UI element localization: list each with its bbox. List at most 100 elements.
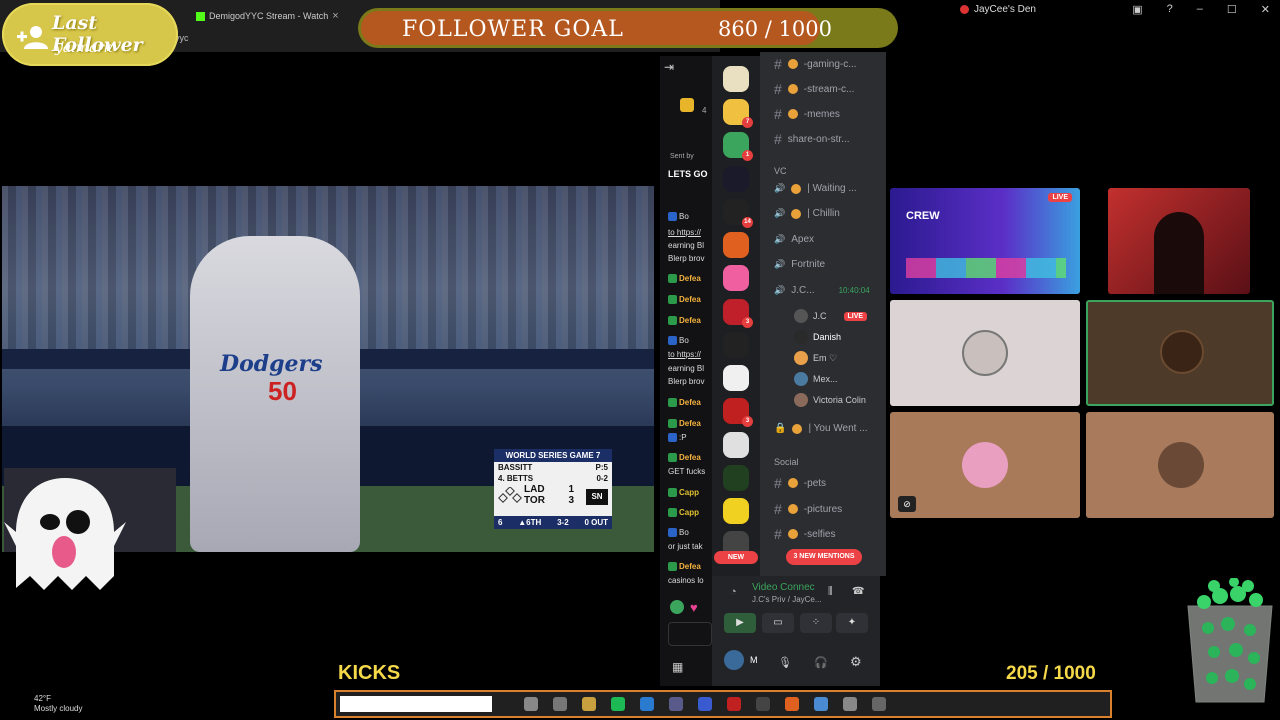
settings-icon[interactable]: ▣ bbox=[1132, 3, 1142, 16]
voice-member[interactable]: J.C LIVE bbox=[794, 309, 868, 323]
tab-close-icon[interactable]: × bbox=[332, 10, 338, 22]
user-panel[interactable]: M bbox=[724, 650, 758, 670]
app-icon[interactable] bbox=[872, 697, 886, 711]
chat-message-text: to https:// bbox=[668, 350, 701, 359]
channel-item[interactable]: # -stream-c... bbox=[774, 81, 854, 97]
channel-item[interactable]: # -gaming-c... bbox=[774, 56, 857, 72]
server-icon[interactable] bbox=[723, 66, 749, 92]
edge-icon[interactable] bbox=[640, 697, 654, 711]
channel-item[interactable]: 🔊 | Chillin bbox=[774, 208, 840, 219]
chat-message-text: earning Bl bbox=[668, 364, 705, 373]
voice-status[interactable]: Video Connec bbox=[752, 582, 815, 593]
webcam-tile[interactable] bbox=[1108, 188, 1250, 294]
channel-item[interactable]: 🔊 Fortnite bbox=[774, 259, 825, 270]
channel-item[interactable]: # -pets bbox=[774, 475, 826, 491]
server-icon[interactable]: 1 bbox=[723, 132, 753, 161]
taskbar-search[interactable] bbox=[340, 696, 492, 712]
server-icon[interactable] bbox=[723, 332, 749, 358]
participant-tile[interactable]: ⊘ bbox=[890, 412, 1080, 518]
store-icon[interactable]: ▦ bbox=[672, 660, 683, 674]
participant-tile[interactable] bbox=[890, 300, 1080, 406]
spotify-icon[interactable] bbox=[611, 697, 625, 711]
channel-item[interactable]: # -pictures bbox=[774, 501, 842, 517]
voice-member[interactable]: Danish bbox=[794, 330, 841, 344]
jersey-number: 50 bbox=[268, 376, 297, 406]
channel-item[interactable]: # -memes bbox=[774, 106, 840, 122]
vc-category[interactable]: VC bbox=[774, 166, 787, 176]
discord-icon[interactable] bbox=[698, 697, 712, 711]
promo-live-badge: LIVE bbox=[1048, 193, 1072, 202]
taskview-icon[interactable] bbox=[553, 697, 567, 711]
speaker-icon: 🔊 bbox=[774, 183, 786, 193]
server-icon[interactable] bbox=[723, 498, 749, 524]
chat-badge-icon bbox=[668, 316, 677, 325]
mentions-badge[interactable]: 3 NEW MENTIONS bbox=[786, 549, 862, 565]
soundboard-icon[interactable]: ⫼ bbox=[828, 586, 833, 597]
voice-member[interactable]: Victoria Colin bbox=[794, 393, 866, 407]
chat-message-text: GET fucks bbox=[668, 467, 706, 476]
obs-icon[interactable] bbox=[843, 697, 857, 711]
chat-message-text: or just tak bbox=[668, 542, 703, 551]
collapse-icon[interactable]: ⇥ bbox=[664, 60, 674, 74]
pitcher-row: BASSITT P:5 bbox=[494, 462, 612, 473]
chat-input[interactable] bbox=[668, 622, 712, 646]
server-icon[interactable]: 3 bbox=[723, 398, 753, 427]
browser-tab[interactable]: DemigodYYC Stream - Watch × bbox=[196, 6, 339, 26]
server-icon[interactable] bbox=[723, 166, 749, 192]
app-icon[interactable] bbox=[727, 697, 741, 711]
server-icon[interactable]: 14 bbox=[723, 199, 753, 228]
speaker-icon: 🔊 bbox=[774, 259, 786, 269]
channel-item[interactable]: 🔊 | Waiting ... bbox=[774, 183, 857, 194]
server-icon[interactable] bbox=[723, 365, 749, 391]
terminal-icon[interactable] bbox=[669, 697, 683, 711]
emote-icon[interactable] bbox=[670, 600, 684, 614]
server-icon[interactable]: 7 bbox=[723, 99, 753, 128]
server-icon[interactable] bbox=[723, 232, 749, 258]
server-icon[interactable] bbox=[723, 432, 749, 458]
search-icon[interactable] bbox=[524, 697, 538, 711]
disconnect-icon[interactable]: ☎ bbox=[852, 586, 864, 597]
locked-channel[interactable]: 🔒 | You Went ... bbox=[774, 423, 868, 434]
chat-badge-icon bbox=[668, 488, 677, 497]
server-icon[interactable] bbox=[723, 465, 749, 491]
screenshare-button[interactable]: ▭ bbox=[762, 613, 794, 633]
promo-tile[interactable]: LIVE CREW bbox=[890, 188, 1080, 294]
app-icon[interactable] bbox=[756, 697, 770, 711]
chat-message-text: to https:// bbox=[668, 228, 701, 237]
gear-icon[interactable]: ⚙ bbox=[850, 654, 862, 670]
effects-button[interactable]: ✦ bbox=[836, 613, 868, 633]
bases-icon bbox=[498, 487, 522, 503]
new-badge[interactable]: NEW bbox=[714, 551, 758, 564]
server-icon[interactable]: 3 bbox=[723, 299, 753, 328]
channel-item[interactable]: # share-on-str... bbox=[774, 131, 850, 147]
steam-icon[interactable] bbox=[814, 697, 828, 711]
avatar bbox=[794, 372, 808, 386]
headphones-icon[interactable]: 🎧 bbox=[814, 656, 828, 669]
participant-tile[interactable] bbox=[1086, 412, 1274, 518]
channel-item[interactable]: 🔊 Apex bbox=[774, 234, 814, 245]
firefox-icon[interactable] bbox=[785, 697, 799, 711]
voice-member[interactable]: Mex... bbox=[794, 372, 838, 386]
mic-icon[interactable]: 🎙 bbox=[778, 656, 792, 669]
chat-badge-icon bbox=[668, 419, 677, 428]
channel-item[interactable]: 🔊 J.C... 10:40:04 bbox=[774, 285, 870, 296]
balls-strikes: 3-2 bbox=[557, 518, 569, 527]
server-icon[interactable] bbox=[723, 265, 749, 291]
file-explorer-icon[interactable] bbox=[582, 697, 596, 711]
chat-message-text: :P bbox=[679, 433, 687, 442]
heart-icon[interactable]: ♥ bbox=[690, 600, 698, 615]
help-icon[interactable]: ? bbox=[1167, 3, 1173, 16]
channel-item[interactable]: # -selfies bbox=[774, 526, 835, 542]
activities-button[interactable]: ⁘ bbox=[800, 613, 832, 633]
camera-button[interactable]: ▶ bbox=[724, 613, 756, 633]
channel-emoji-icon bbox=[792, 423, 803, 434]
social-category[interactable]: Social bbox=[774, 457, 799, 467]
channel-label: | You Went ... bbox=[808, 423, 868, 434]
minimize-icon[interactable]: – bbox=[1197, 3, 1203, 16]
voice-member[interactable]: Em ♡ bbox=[794, 351, 837, 365]
chat-message: earning Bl bbox=[668, 241, 704, 250]
close-icon[interactable]: ✕ bbox=[1261, 3, 1270, 16]
weather-widget[interactable]: 42°F Mostly cloudy bbox=[12, 694, 82, 714]
speaking-participant-tile[interactable] bbox=[1086, 300, 1274, 406]
maximize-icon[interactable]: ☐ bbox=[1227, 3, 1237, 16]
